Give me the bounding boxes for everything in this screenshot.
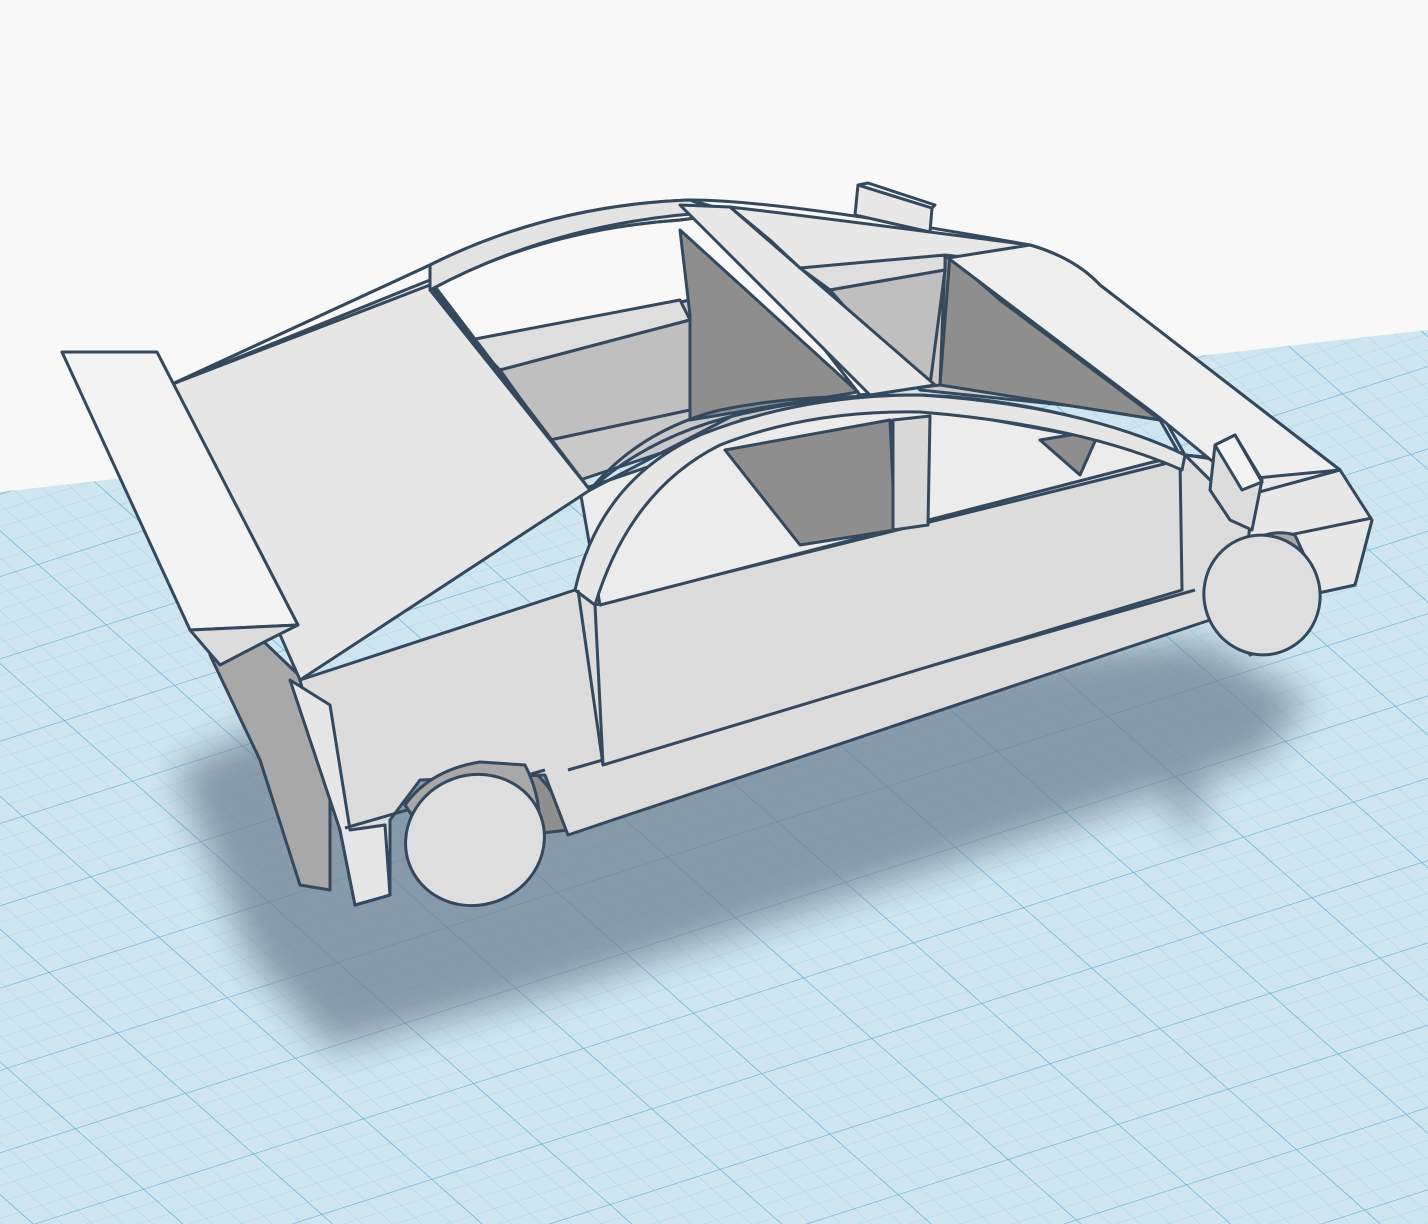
workplane-viewport[interactable] (0, 0, 1428, 1224)
roof-rear-strip (428, 198, 722, 292)
b-pillar (891, 414, 932, 532)
3d-scene[interactable] (0, 0, 1428, 1224)
